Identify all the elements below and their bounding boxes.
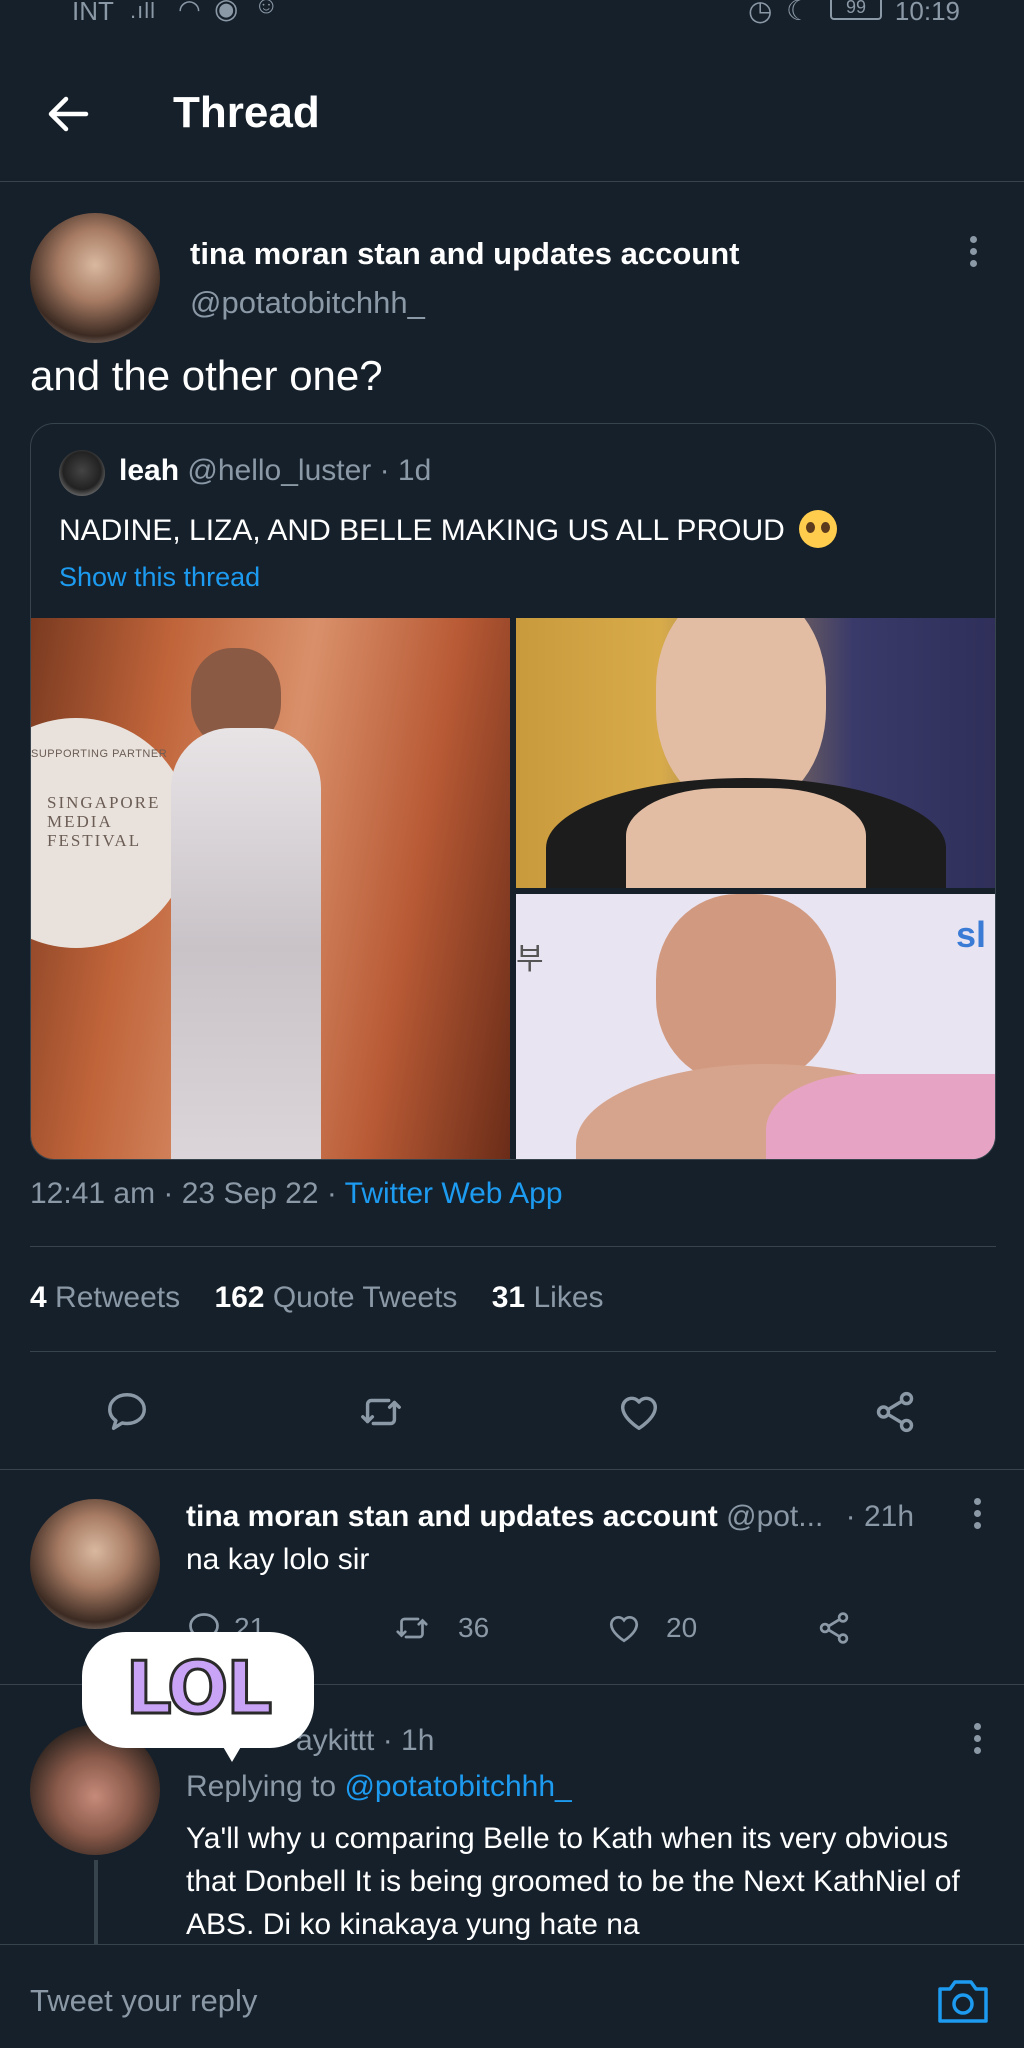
tweet-source-link[interactable]: Twitter Web App bbox=[345, 1177, 563, 1210]
reply-2-replying-to: Replying to @potatobitchhh_ bbox=[186, 1770, 572, 1804]
reply-composer-bar: Tweet your reply bbox=[0, 1944, 1024, 2048]
quoted-author-line: leah @hello_luster · 1d bbox=[119, 454, 431, 488]
signal-icon: .ıll bbox=[130, 0, 156, 23]
retweet-icon[interactable] bbox=[358, 1389, 404, 1435]
author-avatar[interactable] bbox=[30, 213, 160, 343]
header-divider bbox=[0, 181, 1024, 182]
photo-nadine[interactable]: SUPPORTING PARTNER SINGAPORE MEDIA FESTI… bbox=[31, 618, 510, 1159]
tweet-timestamp: 12:41 am · 23 Sep 22 · bbox=[30, 1177, 345, 1210]
stats-divider-top bbox=[30, 1246, 996, 1247]
reply-1-author-handle[interactable]: @pot... bbox=[726, 1500, 823, 1533]
sticker-tail bbox=[212, 1728, 252, 1762]
replying-to-label: Replying to bbox=[186, 1770, 345, 1803]
thread-connector-line bbox=[94, 1860, 98, 1944]
lol-sticker: LOL bbox=[82, 1632, 314, 1762]
replying-to-handle[interactable]: @potatobitchhh_ bbox=[344, 1770, 571, 1803]
wifi-icon: ◠ bbox=[178, 0, 201, 24]
tweet-text: and the other one? bbox=[30, 352, 383, 399]
retweets-stat[interactable]: 4 Retweets bbox=[30, 1281, 180, 1314]
pleading-face-emoji-icon bbox=[799, 510, 838, 548]
stats-divider-bottom bbox=[30, 1351, 996, 1352]
photo-belle[interactable]: 부 sl bbox=[516, 894, 995, 1159]
reply-2-more-icon[interactable] bbox=[974, 1723, 986, 1759]
reply-1-share-icon[interactable] bbox=[816, 1610, 852, 1646]
likes-count: 31 bbox=[491, 1281, 526, 1314]
tweet-meta: 12:41 am · 23 Sep 22 · Twitter Web App bbox=[30, 1177, 563, 1211]
quoted-tweet-text: NADINE, LIZA, AND BELLE MAKING US ALL PR… bbox=[59, 510, 838, 548]
lol-sticker-text: LOL bbox=[124, 1645, 273, 1732]
reply-input[interactable]: Tweet your reply bbox=[30, 1983, 257, 2019]
dress-shape bbox=[766, 1074, 995, 1159]
retweets-count: 4 bbox=[30, 1281, 47, 1314]
alarm-icon: ◷ bbox=[748, 0, 773, 26]
clock: 10:19 bbox=[894, 0, 960, 26]
reply-1-text: na kay lolo sir bbox=[186, 1543, 370, 1576]
reply-1-age: · 21h bbox=[845, 1500, 915, 1533]
reply-1-actions: 21 36 20 bbox=[186, 1610, 1006, 1646]
like-heart-icon[interactable] bbox=[616, 1389, 662, 1435]
tweet-stats: 4 Retweets 162 Quote Tweets 31 Likes bbox=[30, 1281, 604, 1315]
reply-2-age: · 1h bbox=[382, 1724, 435, 1757]
carrier-label: INT bbox=[72, 0, 114, 26]
event-line-2: MEDIA bbox=[47, 812, 113, 831]
tweet-bottom-divider bbox=[0, 1469, 1024, 1470]
quoted-tweet-text-body: NADINE, LIZA, AND BELLE MAKING US ALL PR… bbox=[59, 514, 785, 547]
more-options-icon[interactable] bbox=[970, 236, 982, 272]
reply-1-like-icon[interactable] bbox=[606, 1610, 642, 1646]
quoted-author-handle: @hello_luster bbox=[187, 454, 372, 487]
author-handle[interactable]: @potatobitchhh_ bbox=[190, 285, 425, 321]
reply-1-author-name[interactable]: tina moran stan and updates account bbox=[186, 1500, 718, 1533]
show-thread-link[interactable]: Show this thread bbox=[59, 562, 260, 593]
sign-partial-text: sl bbox=[956, 914, 987, 955]
moon-icon: ☾ bbox=[786, 0, 812, 26]
photo-liza[interactable] bbox=[516, 618, 995, 888]
quotes-count: 162 bbox=[214, 1281, 265, 1314]
share-icon[interactable] bbox=[872, 1389, 918, 1435]
quoted-author-avatar bbox=[59, 450, 105, 496]
reply-1-retweet-icon[interactable] bbox=[394, 1610, 430, 1646]
shoulders-shape bbox=[626, 788, 866, 888]
quotes-label: Quote Tweets bbox=[272, 1281, 458, 1314]
reply-1-header: tina moran stan and updates account @pot… bbox=[186, 1500, 1006, 1534]
retweets-label: Retweets bbox=[55, 1281, 181, 1314]
reply-1-more-icon[interactable] bbox=[974, 1498, 986, 1534]
face-shape bbox=[656, 894, 836, 1084]
reply-1-retweet-count: 36 bbox=[458, 1612, 490, 1643]
reply-2-text: Ya'll why u comparing Belle to Kath when… bbox=[186, 1822, 960, 1941]
reply-icon[interactable] bbox=[104, 1389, 150, 1435]
camera-icon[interactable] bbox=[936, 1975, 990, 2025]
reply-1-like-count: 20 bbox=[666, 1612, 698, 1643]
gown-shape bbox=[171, 728, 321, 1159]
event-logo-text: SINGAPORE MEDIA FESTIVAL bbox=[47, 793, 160, 850]
app-icon: ☺ bbox=[254, 0, 279, 19]
quotes-stat[interactable]: 162 Quote Tweets bbox=[214, 1281, 457, 1314]
eye-icon: ◉ bbox=[214, 0, 239, 24]
back-arrow-icon[interactable] bbox=[44, 90, 92, 138]
reply-author-avatar[interactable] bbox=[30, 1499, 160, 1629]
quoted-tweet-card[interactable]: leah @hello_luster · 1d NADINE, LIZA, AN… bbox=[30, 423, 996, 1160]
page-title: Thread bbox=[173, 88, 320, 137]
sponsor-text: SUPPORTING PARTNER bbox=[31, 748, 168, 760]
status-bar: INT .ıll ◠ ◉ ☺ ◷ ☾ 99 10:19 bbox=[0, 0, 1024, 30]
sign-korean-text: 부 bbox=[516, 943, 544, 976]
likes-label: Likes bbox=[533, 1281, 604, 1314]
event-line-3: FESTIVAL bbox=[47, 831, 142, 850]
quoted-author-name: leah bbox=[119, 454, 180, 487]
quoted-tweet-age: · 1d bbox=[379, 454, 432, 487]
battery-icon: 99 bbox=[830, 0, 882, 20]
event-line-1: SINGAPORE bbox=[47, 793, 161, 812]
likes-stat[interactable]: 31 Likes bbox=[492, 1281, 604, 1314]
author-name[interactable]: tina moran stan and updates account bbox=[190, 236, 739, 272]
